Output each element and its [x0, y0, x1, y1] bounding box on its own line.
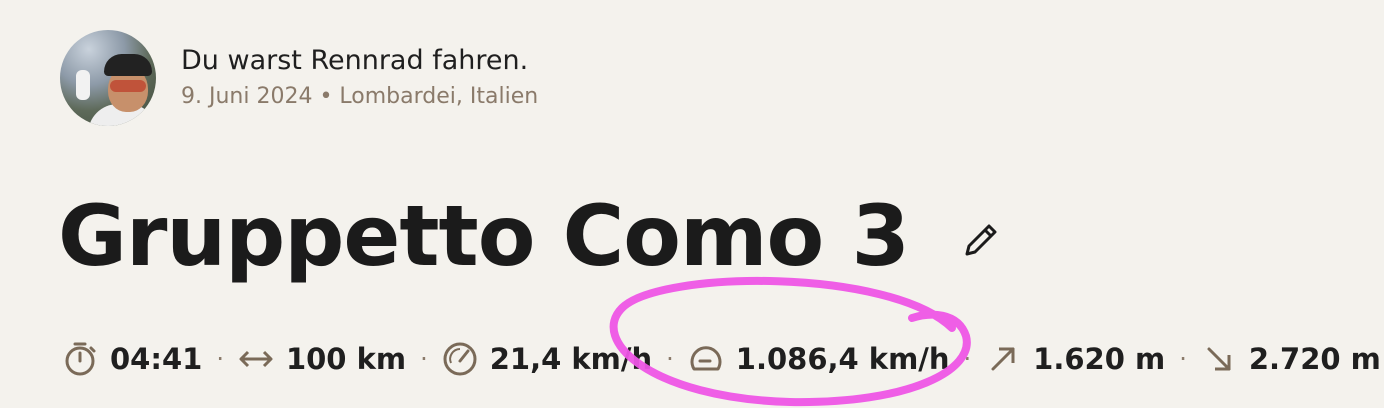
ascent-arrow-icon: [985, 341, 1021, 377]
stat-separator: ·: [963, 345, 972, 373]
activity-title: Gruppetto Como 3: [58, 187, 910, 285]
header-text: Du warst Rennrad fahren. 9. Juni 2024 • …: [181, 44, 538, 112]
max-speed-gauge-icon: [688, 341, 724, 377]
avatar-glasses: [110, 80, 146, 92]
activity-date: 9. Juni 2024: [181, 84, 313, 109]
meta-separator: •: [312, 84, 340, 109]
stat-ascent: 1.620 m: [985, 341, 1165, 377]
activity-header: Du warst Rennrad fahren. 9. Juni 2024 • …: [60, 30, 538, 126]
edit-title-button[interactable]: [959, 218, 1003, 262]
stat-value: 1.086,4 km/h: [735, 342, 950, 376]
avatar-helmet: [104, 54, 152, 76]
stat-separator: ·: [1179, 345, 1187, 373]
stat-max-speed: 1.086,4 km/h: [688, 341, 950, 377]
stat-value: 04:41: [110, 342, 203, 376]
distance-arrows-icon: [238, 341, 274, 377]
stat-distance: 100 km: [238, 341, 406, 377]
stat-separator: ·: [216, 345, 224, 373]
speedometer-icon: [442, 341, 478, 377]
pencil-icon: [965, 224, 997, 256]
avatar-background-rider: [76, 70, 90, 100]
descent-arrow-icon: [1201, 341, 1237, 377]
avatar[interactable]: [60, 30, 156, 126]
stat-value: 100 km: [285, 342, 407, 376]
stat-separator: ·: [420, 345, 428, 373]
stats-row: 04:41 · 100 km · 21,4 km/h · 1.086,4 km/…: [62, 336, 1381, 382]
stat-value: 2.720 m: [1248, 342, 1381, 376]
activity-description: Du warst Rennrad fahren.: [181, 45, 529, 76]
stat-value: 1.620 m: [1033, 342, 1166, 376]
stat-separator: ·: [666, 345, 674, 373]
stopwatch-icon: [62, 341, 98, 377]
activity-location[interactable]: Lombardei, Italien: [339, 84, 538, 109]
stat-descent: 2.720 m: [1201, 341, 1381, 377]
stat-average-speed: 21,4 km/h: [442, 341, 652, 377]
stat-value: 21,4 km/h: [489, 342, 653, 376]
stat-duration: 04:41: [62, 341, 202, 377]
activity-meta: 9. Juni 2024 • Lombardei, Italien: [181, 82, 538, 112]
title-row: Gruppetto Como 3: [58, 186, 1003, 286]
